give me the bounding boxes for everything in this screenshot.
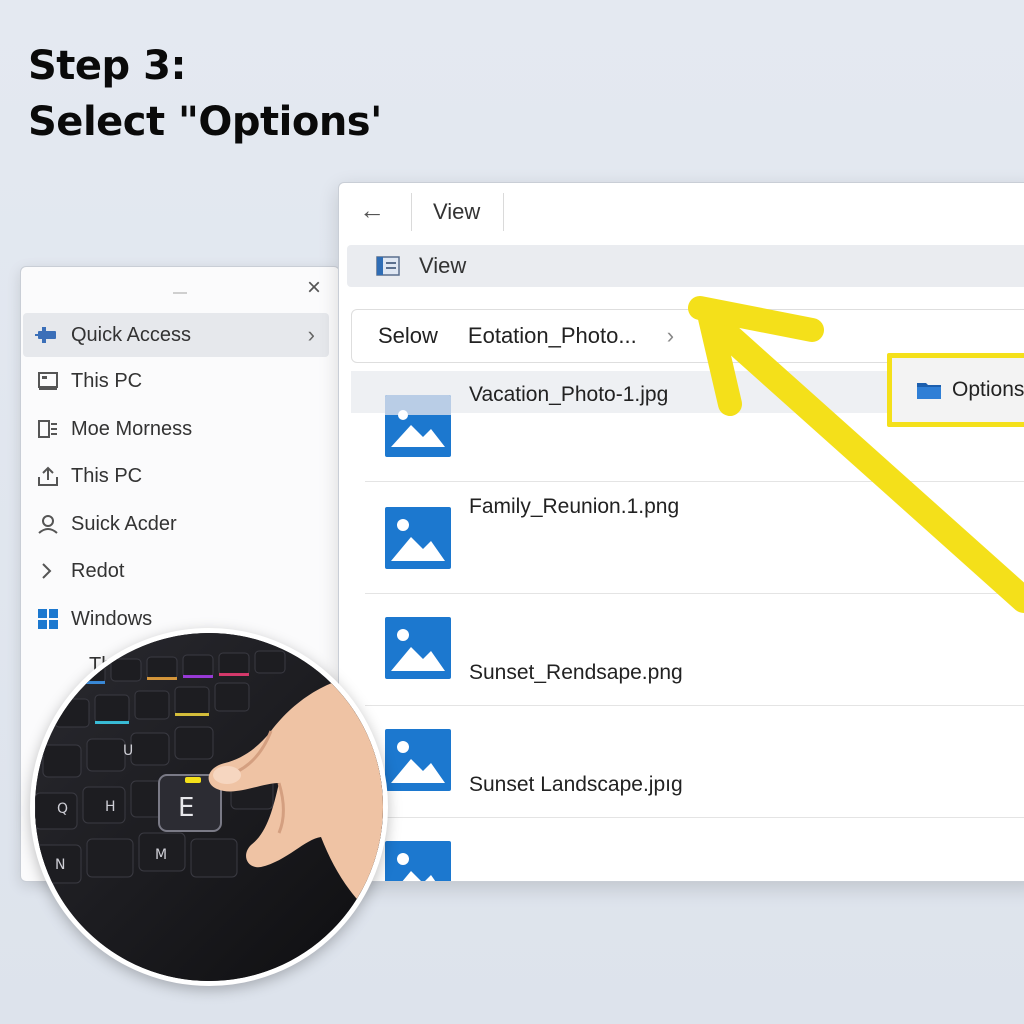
nav-item-label: Moe Morness (71, 417, 193, 440)
nav-item-suick-acder[interactable]: Suick Acder (23, 502, 329, 546)
nav-item-redot[interactable]: Redot (23, 549, 329, 593)
folder-icon (916, 380, 942, 400)
step-number: Step 3: (28, 43, 186, 89)
file-row[interactable]: Sunset Landscape.jpıg (365, 707, 1024, 818)
nav-item-quick-access[interactable]: Quick Access › (23, 313, 329, 357)
image-file-icon (385, 507, 451, 569)
file-name: Sunset_Rendsape.png (469, 661, 683, 684)
nav-item-this-pc-2[interactable]: This PC (23, 454, 329, 498)
windows-logo-icon (35, 608, 61, 630)
pc-icon (35, 370, 61, 392)
file-row[interactable]: Family_Reunion.1.png (365, 483, 1024, 594)
file-name: Family_Reunion.1.png (469, 495, 680, 518)
back-arrow-icon[interactable]: ← (359, 195, 387, 225)
pin-icon (35, 324, 61, 346)
file-name: Vacation_Photo-1.jpg (469, 383, 669, 406)
breadcrumb-item[interactable]: Eotation_Photo... (468, 323, 637, 349)
file-row[interactable]: Sunset_Rendsape.png (365, 595, 1024, 706)
toolbar-divider (503, 193, 504, 231)
user-icon (35, 513, 61, 535)
toolbar: ← View (339, 183, 1024, 241)
step-title: Step 3: Select "Options' (28, 38, 382, 150)
view-menu-bar[interactable]: View (347, 245, 1024, 287)
nav-item-label: Windows (71, 607, 153, 630)
blank-icon (35, 654, 61, 676)
list-icon (35, 418, 61, 440)
svg-text:H: H (105, 799, 116, 815)
svg-text:U: U (123, 743, 133, 759)
image-file-icon (385, 729, 451, 791)
image-file-icon (385, 395, 451, 457)
close-icon[interactable]: × (303, 276, 325, 300)
nav-item-label: Quick Access (71, 323, 192, 346)
tab-view[interactable]: View (433, 199, 480, 225)
step-instruction: Select "Options' (28, 99, 382, 145)
nav-item-label: Suick Acder (71, 512, 177, 535)
nav-item-label: This PC (71, 464, 143, 487)
options-label: Options (952, 378, 1024, 401)
nav-item-moe-morness[interactable]: Moe Morness (23, 407, 329, 451)
view-layout-icon (375, 254, 401, 278)
upload-icon (35, 465, 61, 487)
options-button[interactable]: Options (887, 353, 1024, 427)
keyboard-photo-inset: E Q U H N M E (30, 628, 388, 986)
toolbar-divider (411, 193, 412, 231)
image-file-icon (385, 841, 451, 881)
svg-text:M: M (155, 847, 167, 863)
image-file-icon (385, 617, 451, 679)
chevron-right-icon: › (666, 323, 675, 348)
svg-text:Q: Q (57, 801, 68, 817)
breadcrumb-item[interactable]: Selow (378, 323, 438, 349)
keycap-e-label: E (178, 793, 194, 823)
view-menu-label: View (419, 253, 467, 278)
chevron-right-icon (35, 560, 61, 582)
file-row[interactable] (365, 819, 1024, 881)
file-explorer-window: ← View View Selow Eotation_Photo... › Va… (338, 182, 1024, 882)
nav-item-label: Redot (71, 559, 125, 582)
file-name: Sunset Landscape.jpıg (469, 773, 683, 796)
title-bar-grip (173, 292, 187, 294)
chevron-right-icon: › (307, 322, 315, 347)
svg-text:N: N (55, 857, 65, 873)
nav-item-this-pc[interactable]: This PC (23, 359, 329, 403)
nav-item-label: This PC (71, 369, 143, 392)
